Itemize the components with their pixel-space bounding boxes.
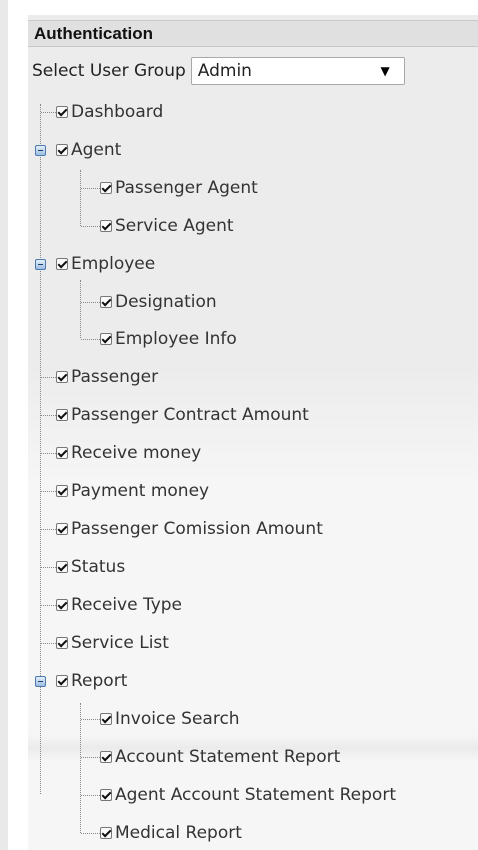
checkbox-icon[interactable]: [100, 751, 112, 763]
checkbox-icon[interactable]: [100, 333, 112, 345]
tree-item-designation[interactable]: Designation: [100, 290, 217, 314]
tree-item-passenger-comission-amount[interactable]: Passenger Comission Amount: [56, 517, 323, 541]
tree-item-status[interactable]: Status: [56, 555, 125, 579]
checkbox-icon[interactable]: [100, 220, 112, 232]
checkbox-icon[interactable]: [100, 713, 112, 725]
tree-item-service-list[interactable]: Service List: [56, 631, 169, 655]
checkbox-icon[interactable]: [56, 447, 68, 459]
tree-item-employee[interactable]: Employee: [56, 252, 155, 276]
checkbox-icon[interactable]: [56, 144, 68, 156]
checkbox-icon[interactable]: [56, 409, 68, 421]
tree-item-agent[interactable]: Agent: [56, 138, 121, 162]
collapse-employee-icon[interactable]: [35, 259, 46, 270]
checkbox-icon[interactable]: [56, 599, 68, 611]
checkbox-icon[interactable]: [56, 637, 68, 649]
tree-item-employee-info[interactable]: Employee Info: [100, 327, 237, 351]
tree-item-service-agent[interactable]: Service Agent: [100, 214, 234, 238]
tree-item-receive-money[interactable]: Receive money: [56, 441, 201, 465]
checkbox-icon[interactable]: [100, 296, 112, 308]
collapse-report-icon[interactable]: [35, 676, 46, 687]
tree-item-medical-report[interactable]: Medical Report: [100, 821, 242, 845]
checkbox-icon[interactable]: [100, 182, 112, 194]
checkbox-icon[interactable]: [56, 523, 68, 535]
tree-item-passenger-contract-amount[interactable]: Passenger Contract Amount: [56, 403, 309, 427]
checkbox-icon[interactable]: [56, 371, 68, 383]
tree-item-dashboard[interactable]: Dashboard: [56, 100, 163, 124]
tree-item-invoice-search[interactable]: Invoice Search: [100, 707, 240, 731]
checkbox-icon[interactable]: [56, 106, 68, 118]
tree-item-report[interactable]: Report: [56, 669, 127, 693]
checkbox-icon[interactable]: [56, 561, 68, 573]
tree-item-passenger-agent[interactable]: Passenger Agent: [100, 176, 258, 200]
tree-item-agent-account-statement-report[interactable]: Agent Account Statement Report: [100, 783, 396, 807]
checkbox-icon[interactable]: [100, 789, 112, 801]
tree-item-payment-money[interactable]: Payment money: [56, 479, 209, 503]
checkbox-icon[interactable]: [56, 675, 68, 687]
collapse-agent-icon[interactable]: [35, 145, 46, 156]
tree-item-receive-type[interactable]: Receive Type: [56, 593, 182, 617]
tree-item-passenger[interactable]: Passenger: [56, 365, 158, 389]
checkbox-icon[interactable]: [56, 485, 68, 497]
permission-tree: Dashboard Agent Passenger Agent Service …: [0, 0, 478, 850]
tree-item-account-statement-report[interactable]: Account Statement Report: [100, 745, 340, 769]
checkbox-icon[interactable]: [100, 827, 112, 839]
checkbox-icon[interactable]: [56, 258, 68, 270]
